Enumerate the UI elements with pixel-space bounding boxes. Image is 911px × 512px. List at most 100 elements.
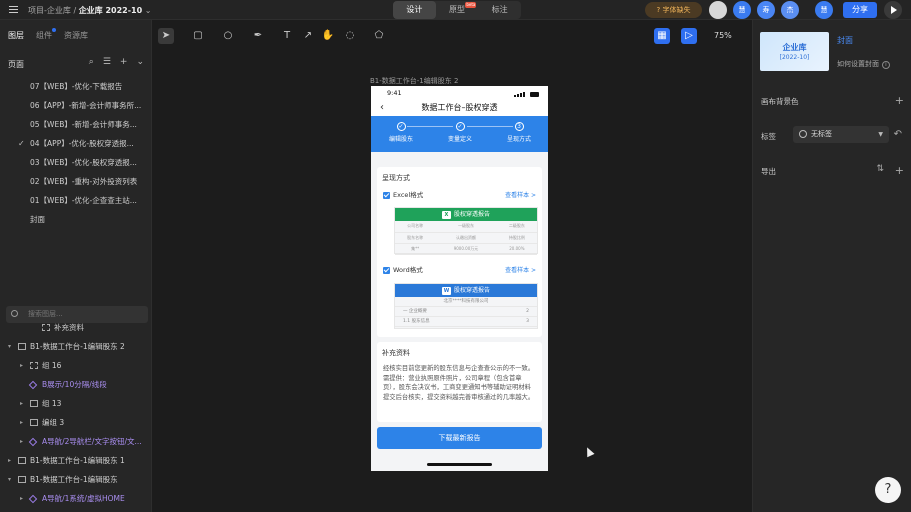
page-item[interactable]: 07【WEB】-优化-下载报告 [0,77,151,96]
page-item[interactable]: 06【APP】-新增-会计师事务所... [0,96,151,115]
plugin-icon[interactable]: ⬠ [371,28,387,44]
layer-row[interactable]: ▸ 组 13 [0,394,151,413]
frame-label[interactable]: B1-数据工作台-1编辑股东 2 [370,76,458,86]
collapse-arrow-icon[interactable]: ▸ [8,451,11,470]
breadcrumb-current-file[interactable]: 企业库 2022-10 [79,6,143,15]
search-icon[interactable]: ⌕ [89,57,94,67]
back-arrow-icon[interactable]: ‹ [380,99,384,116]
word-preview-header: W 股权穿透报告 [395,284,537,297]
nav-title: 数据工作台–股权穿透 [421,103,498,112]
excel-label: Excel格式 [393,191,424,199]
collapse-arrow-icon[interactable]: ▸ [20,356,23,375]
layer-row[interactable]: 补充资料 [0,318,151,337]
excel-checkbox[interactable] [383,192,390,199]
layer-row[interactable]: ▸ 编组 3 [0,413,151,432]
step-3-label: 呈现方式 [506,136,531,143]
layer-row[interactable]: ▾ B1-数据工作台-1编辑股东 2 [0,337,151,356]
word-option[interactable]: Word格式 查看样本 > [377,264,542,277]
undo-icon[interactable]: ↶ [894,129,902,140]
word-sample-link[interactable]: 查看样本 > [505,264,536,277]
collapse-icon[interactable]: ⌄ [136,57,144,67]
page-item[interactable]: 02【WEB】-重构-对外投资列表 [0,172,151,191]
font-missing-button[interactable]: ? 字体缺失 [645,2,702,18]
select-tool-icon[interactable]: ➤ [158,28,174,44]
tab-annotate[interactable]: 标注 [478,1,521,19]
layer-row[interactable]: ▸ A导航/2导航栏/文字按钮/文... [0,432,151,451]
present-title: 呈现方式 [382,174,410,182]
collaborator-avatar[interactable]: 寿 [757,1,775,19]
page-item-label: 03【WEB】-优化-股权穿透报... [30,158,137,167]
excel-preview-header: X 股权穿透报告 [395,208,537,221]
layer-row[interactable]: ▸ A导航/1系统/虚拟HOME [0,489,151,506]
connector-tool-icon[interactable]: ↗ [300,28,316,44]
tag-select[interactable]: 无标签 ▼ [793,126,889,143]
present-card: 呈现方式 Excel格式 查看样本 > X 股权穿透报告 公司名称 一级股东 二级股东… [377,167,542,337]
tab-components[interactable]: 组件 [36,28,56,41]
shape-tool-icon[interactable]: ○ [220,28,236,44]
page-item[interactable]: 03【WEB】-优化-股权穿透报... [0,153,151,172]
tab-assets[interactable]: 资源库 [64,30,88,41]
cover-label[interactable]: 封面 [837,35,853,46]
layer-row[interactable]: B展示/10分隔/线段 [0,375,151,394]
breadcrumb-project[interactable]: 项目-企业库 [28,6,71,15]
page-item[interactable]: ✓ 04【APP】-优化-股权穿透报... [0,134,151,153]
frame-tool-icon[interactable]: ▢ [190,28,206,44]
add-bg-color-icon[interactable]: + [895,94,904,107]
layer-row[interactable]: ▸ B1-数据工作台-1编辑股东 1 [0,451,151,470]
table-row: 公司名称 一级股东 二级股东 [395,221,537,233]
layer-search-placeholder: 搜索图层... [28,310,63,318]
page-item[interactable]: 01【WEB】-优化-企查查主站... [0,191,151,210]
comment-tool-icon[interactable]: ◌ [342,28,358,44]
expand-arrow-icon[interactable]: ▾ [8,470,11,489]
add-page-icon[interactable]: + [120,57,128,67]
excel-sample-link[interactable]: 查看样本 > [505,189,536,202]
canvas[interactable]: ➤ ▢ ○ ✒ T ↗ ✋ ◌ ⬠ ▦ ▷ 75% B1-数据工作台-1编辑股东… [152,20,752,512]
status-time: 9:41 [387,89,402,97]
preview-play-icon[interactable]: ▷ [681,28,697,44]
layer-row[interactable]: ▾ B1-数据工作台-1编辑股东 [0,470,151,489]
collaborator-avatar[interactable]: 杰 [781,1,799,19]
text-tool-icon[interactable]: T [279,28,295,44]
expand-arrow-icon[interactable]: ▾ [8,337,11,356]
frame-icon [18,457,26,464]
page-item[interactable]: 封面 [0,210,151,229]
sort-icon[interactable]: ☰ [103,57,111,67]
collapse-arrow-icon[interactable]: ▸ [20,432,23,451]
collaborator-avatar[interactable]: 慧 [733,1,751,19]
search-icon [11,310,18,317]
pen-tool-icon[interactable]: ✒ [250,28,266,44]
add-export-icon[interactable]: + [895,164,904,177]
excel-option[interactable]: Excel格式 查看样本 > [377,189,542,202]
phone-frame[interactable]: 9:41 ‹ 数据工作台–股权穿透 ✓ 编辑股东 ✓ 变量定义 3 呈现方式 呈现方式… [371,86,548,471]
page-item-label: 封面 [30,215,45,224]
collaborator-avatar[interactable] [709,1,727,19]
frame-icon [18,476,26,483]
collapse-arrow-icon[interactable]: ▸ [20,489,23,506]
left-panel-tabs: 图层 组件 资源库 [8,28,88,41]
download-report-button[interactable]: 下载最新报告 [377,427,542,449]
export-settings-icon[interactable]: ⇅ [876,164,884,174]
help-button[interactable]: ? [875,477,901,503]
cover-thumbnail[interactable]: 企业库 [2022-10] [760,32,829,71]
hamburger-menu-icon[interactable] [9,6,18,13]
left-panel: 图层 组件 资源库 页面 ⌕ ☰ + ⌄ 07【WEB】-优化-下载报告 06【A… [0,20,152,512]
page-item[interactable]: 05【WEB】-新增-会计师事务... [0,115,151,134]
collapse-arrow-icon[interactable]: ▸ [20,413,23,432]
word-preview: W 股权穿透报告 北京****科技有限公司 一 企业概要 2 1.1 股东信息 3 [394,283,538,329]
tab-layers[interactable]: 图层 [8,30,24,41]
zoom-level[interactable]: 75% [714,31,732,40]
play-icon[interactable] [884,1,902,19]
collaborator-avatar[interactable]: 慧 [815,1,833,19]
layer-row[interactable]: ▸ 组 16 [0,356,151,375]
collapse-arrow-icon[interactable]: ▸ [20,394,23,413]
hand-tool-icon[interactable]: ✋ [320,28,336,44]
word-line-label: 1.1 股东信息 [403,319,430,324]
page-item-label: 01【WEB】-优化-企查查主站... [30,196,137,205]
share-button[interactable]: 分享 [843,2,877,18]
cover-help-link[interactable]: 如何设置封面 i [837,59,890,69]
word-checkbox[interactable] [383,267,390,274]
tab-design[interactable]: 设计 [393,1,436,19]
grid-icon[interactable]: ▦ [654,28,670,44]
tab-prototype[interactable]: 原型 beta [436,1,479,19]
chevron-down-icon[interactable]: ⌄ [145,6,152,15]
